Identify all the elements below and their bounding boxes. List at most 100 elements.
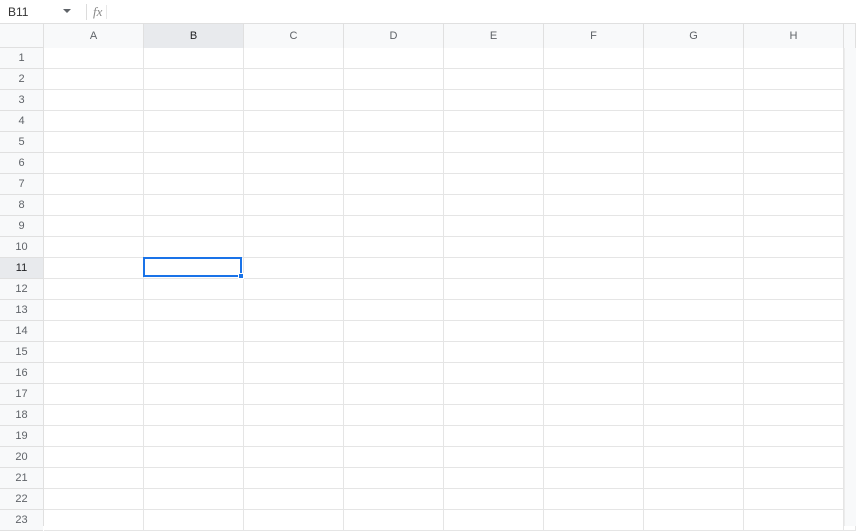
cell-F19[interactable] xyxy=(544,426,644,447)
cell-A4[interactable] xyxy=(44,111,144,132)
cell-C21[interactable] xyxy=(244,468,344,489)
column-header-G[interactable]: G xyxy=(644,24,744,48)
cell-H7[interactable] xyxy=(744,174,844,195)
cell-D6[interactable] xyxy=(344,153,444,174)
cell-A11[interactable] xyxy=(44,258,144,279)
cell-E1[interactable] xyxy=(444,48,544,69)
row-header-12[interactable]: 12 xyxy=(0,279,43,300)
row-header-16[interactable]: 16 xyxy=(0,363,43,384)
cell-D22[interactable] xyxy=(344,489,444,510)
cell-B17[interactable] xyxy=(144,384,244,405)
cell-D12[interactable] xyxy=(344,279,444,300)
cell-F15[interactable] xyxy=(544,342,644,363)
cell-H12[interactable] xyxy=(744,279,844,300)
row-header-20[interactable]: 20 xyxy=(0,447,43,468)
cell-G4[interactable] xyxy=(644,111,744,132)
cell-F9[interactable] xyxy=(544,216,644,237)
cell-H3[interactable] xyxy=(744,90,844,111)
cell-H10[interactable] xyxy=(744,237,844,258)
row-header-1[interactable]: 1 xyxy=(0,48,43,69)
cell-G15[interactable] xyxy=(644,342,744,363)
cell-C7[interactable] xyxy=(244,174,344,195)
cell-A15[interactable] xyxy=(44,342,144,363)
cell-E15[interactable] xyxy=(444,342,544,363)
select-all-corner[interactable] xyxy=(0,24,44,48)
cell-D19[interactable] xyxy=(344,426,444,447)
cell-H18[interactable] xyxy=(744,405,844,426)
cell-A5[interactable] xyxy=(44,132,144,153)
cell-D9[interactable] xyxy=(344,216,444,237)
cell-F18[interactable] xyxy=(544,405,644,426)
cell-D1[interactable] xyxy=(344,48,444,69)
cell-D11[interactable] xyxy=(344,258,444,279)
row-header-17[interactable]: 17 xyxy=(0,384,43,405)
cell-B4[interactable] xyxy=(144,111,244,132)
cell-B6[interactable] xyxy=(144,153,244,174)
column-header-B[interactable]: B xyxy=(144,24,244,48)
cell-E17[interactable] xyxy=(444,384,544,405)
cell-G7[interactable] xyxy=(644,174,744,195)
cell-E14[interactable] xyxy=(444,321,544,342)
cell-G19[interactable] xyxy=(644,426,744,447)
cell-H19[interactable] xyxy=(744,426,844,447)
cell-G21[interactable] xyxy=(644,468,744,489)
cell-F3[interactable] xyxy=(544,90,644,111)
cell-F14[interactable] xyxy=(544,321,644,342)
row-header-18[interactable]: 18 xyxy=(0,405,43,426)
cell-G18[interactable] xyxy=(644,405,744,426)
cell-H16[interactable] xyxy=(744,363,844,384)
cell-B5[interactable] xyxy=(144,132,244,153)
cell-C17[interactable] xyxy=(244,384,344,405)
cell-A17[interactable] xyxy=(44,384,144,405)
cell-C20[interactable] xyxy=(244,447,344,468)
cell-F11[interactable] xyxy=(544,258,644,279)
cell-F1[interactable] xyxy=(544,48,644,69)
cell-D13[interactable] xyxy=(344,300,444,321)
cell-C13[interactable] xyxy=(244,300,344,321)
cell-B22[interactable] xyxy=(144,489,244,510)
cell-A9[interactable] xyxy=(44,216,144,237)
cell-E9[interactable] xyxy=(444,216,544,237)
cell-F20[interactable] xyxy=(544,447,644,468)
cell-G12[interactable] xyxy=(644,279,744,300)
cell-A1[interactable] xyxy=(44,48,144,69)
cell-C22[interactable] xyxy=(244,489,344,510)
cell-C2[interactable] xyxy=(244,69,344,90)
cell-F13[interactable] xyxy=(544,300,644,321)
cell-B1[interactable] xyxy=(144,48,244,69)
cell-G22[interactable] xyxy=(644,489,744,510)
cell-D18[interactable] xyxy=(344,405,444,426)
cell-F16[interactable] xyxy=(544,363,644,384)
cell-D16[interactable] xyxy=(344,363,444,384)
cell-D10[interactable] xyxy=(344,237,444,258)
cell-B11[interactable] xyxy=(144,258,244,279)
vertical-scrollbar[interactable] xyxy=(844,48,856,526)
cell-E23[interactable] xyxy=(444,510,544,531)
row-header-21[interactable]: 21 xyxy=(0,468,43,489)
cell-E3[interactable] xyxy=(444,90,544,111)
cell-C5[interactable] xyxy=(244,132,344,153)
cell-B7[interactable] xyxy=(144,174,244,195)
cell-B23[interactable] xyxy=(144,510,244,531)
cell-H11[interactable] xyxy=(744,258,844,279)
cell-E7[interactable] xyxy=(444,174,544,195)
cell-C9[interactable] xyxy=(244,216,344,237)
column-header-F[interactable]: F xyxy=(544,24,644,48)
cell-G1[interactable] xyxy=(644,48,744,69)
cell-H14[interactable] xyxy=(744,321,844,342)
row-header-13[interactable]: 13 xyxy=(0,300,43,321)
cell-A20[interactable] xyxy=(44,447,144,468)
cell-G8[interactable] xyxy=(644,195,744,216)
cell-E6[interactable] xyxy=(444,153,544,174)
cell-F23[interactable] xyxy=(544,510,644,531)
cell-G10[interactable] xyxy=(644,237,744,258)
cell-F12[interactable] xyxy=(544,279,644,300)
cell-H15[interactable] xyxy=(744,342,844,363)
cell-E16[interactable] xyxy=(444,363,544,384)
cell-D17[interactable] xyxy=(344,384,444,405)
cell-H23[interactable] xyxy=(744,510,844,531)
cell-C1[interactable] xyxy=(244,48,344,69)
cell-E19[interactable] xyxy=(444,426,544,447)
row-header-8[interactable]: 8 xyxy=(0,195,43,216)
row-header-4[interactable]: 4 xyxy=(0,111,43,132)
